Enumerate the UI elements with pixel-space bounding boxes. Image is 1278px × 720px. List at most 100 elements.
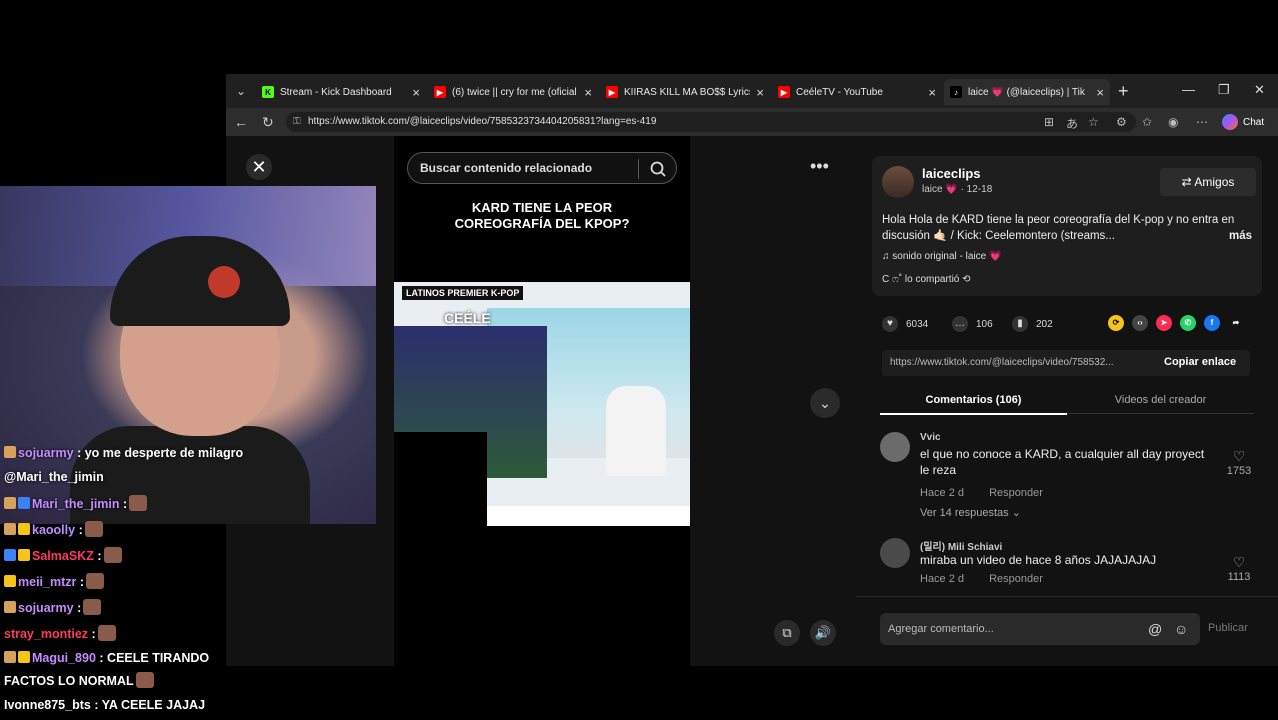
- video-player[interactable]: Buscar contenido relacionado KARD TIENE …: [394, 136, 690, 666]
- close-tab-icon[interactable]: ×: [584, 85, 592, 100]
- mention-icon[interactable]: @: [1148, 613, 1162, 645]
- comment-like-count: 1753: [1226, 465, 1252, 477]
- close-video-button[interactable]: ✕: [246, 154, 272, 180]
- tab-title: KIIRAS KILL MA BO$$ Lyrics (Co: [624, 86, 750, 98]
- chat-username: Ivonne875_bts: [4, 698, 91, 712]
- chat-username: Mari_the_jimin: [32, 497, 120, 511]
- tab-title: Stream - Kick Dashboard: [280, 86, 392, 98]
- whatsapp-icon[interactable]: ✆: [1180, 315, 1196, 331]
- tab-ceeletv-youtube[interactable]: ▶ CeéleTV - YouTube ×: [772, 79, 942, 105]
- chat-text: : CEELE TIRANDO: [99, 651, 210, 665]
- search-icon[interactable]: [648, 159, 668, 179]
- close-window-icon[interactable]: ✕: [1254, 82, 1265, 98]
- reply-button[interactable]: Responder: [989, 487, 1043, 499]
- translate-icon[interactable]: あ: [1066, 115, 1078, 132]
- emoji-icon[interactable]: ☺: [1174, 613, 1188, 645]
- embed-icon[interactable]: ‹›: [1132, 315, 1148, 331]
- favorite-star-icon[interactable]: ☆: [1088, 115, 1099, 129]
- share-arrow-icon[interactable]: ➦: [1228, 315, 1244, 331]
- friends-button[interactable]: ⇄ Amigos: [1160, 168, 1256, 196]
- view-replies-button[interactable]: Ver 14 respuestas ⌄: [920, 506, 1021, 519]
- sound-link[interactable]: ♫ sonido original - laice 💗: [882, 251, 1001, 262]
- tab-twice-video[interactable]: ▶ (6) twice || cry for me (oficial au ×: [428, 79, 598, 105]
- sub-badge-icon: [4, 651, 16, 663]
- send-icon[interactable]: ➤: [1156, 315, 1172, 331]
- chat-message: meii_mtzr :: [4, 573, 105, 589]
- chat-text: :: [97, 549, 102, 563]
- close-tab-icon[interactable]: ×: [412, 85, 420, 100]
- close-tab-icon[interactable]: ×: [928, 85, 936, 100]
- more-options-icon[interactable]: •••: [810, 156, 829, 177]
- close-tab-icon[interactable]: ×: [756, 85, 764, 100]
- shared-label: C ෆ˚ lo compartió: [882, 274, 960, 285]
- tab-kiiras-lyrics[interactable]: ▶ KIIRAS KILL MA BO$$ Lyrics (Co ×: [600, 79, 770, 105]
- chat-username: sojuarmy: [18, 446, 74, 460]
- extensions-icon[interactable]: ⚙: [1116, 115, 1127, 129]
- page-viewport: ✕ Buscar contenido relacionado KARD TIEN…: [226, 136, 1278, 666]
- chat-message: sojuarmy :: [4, 599, 102, 615]
- chat-text: :: [123, 497, 128, 511]
- chat-message: Magui_890 : CEELE TIRANDO: [4, 651, 209, 665]
- minimize-icon[interactable]: —: [1182, 82, 1195, 97]
- next-video-chevron-icon[interactable]: ⌄: [810, 388, 840, 418]
- picture-in-picture-icon[interactable]: ⧉: [774, 620, 800, 646]
- url-text: https://www.tiktok.com/@laiceclips/video…: [308, 116, 657, 127]
- tab-comments[interactable]: Comentarios (106): [880, 394, 1067, 406]
- chat-text: : yo me desperte de milagro: [77, 446, 244, 460]
- site-info-icon[interactable]: ⚿: [293, 112, 301, 132]
- comment-like-button[interactable]: ♡ 1753: [1224, 448, 1254, 477]
- emote-icon: [103, 547, 122, 563]
- url-field[interactable]: ⚿ https://www.tiktok.com/@laiceclips/vid…: [286, 112, 1136, 132]
- more-menu-icon[interactable]: ⋯: [1196, 115, 1208, 129]
- creator-username[interactable]: laiceclips: [922, 166, 981, 181]
- youtube-icon: ▶: [434, 86, 446, 98]
- profile-icon[interactable]: ◉: [1168, 115, 1178, 129]
- facebook-icon[interactable]: f: [1204, 315, 1220, 331]
- tab-tiktok-laice[interactable]: ♪ laice 💗 (@laiceclips) | Tik ×: [944, 79, 1110, 105]
- app-available-icon[interactable]: ⊞: [1044, 115, 1054, 129]
- emote-icon: [84, 521, 103, 537]
- chat-message: Ivonne875_bts : YA CEELE JAJAJ: [4, 698, 205, 712]
- booster-badge-icon: [18, 497, 30, 509]
- commenter-avatar[interactable]: [880, 538, 910, 568]
- share-link-text[interactable]: https://www.tiktok.com/@laiceclips/video…: [890, 357, 1152, 368]
- dancer-figure: [606, 386, 666, 476]
- refresh-icon[interactable]: ↻: [262, 114, 274, 131]
- sub-badge-icon: [4, 523, 16, 535]
- creator-avatar[interactable]: [882, 166, 914, 198]
- comment-composer: Agregar comentario... @ ☺ Publicar: [856, 596, 1278, 666]
- copy-link-button[interactable]: Copiar enlace: [1164, 356, 1236, 368]
- comment-button[interactable]: … 106: [952, 316, 993, 332]
- related-search-input[interactable]: Buscar contenido relacionado: [407, 152, 677, 184]
- new-tab-icon[interactable]: +: [1118, 81, 1129, 102]
- commenter-avatar[interactable]: [880, 432, 910, 462]
- like-button[interactable]: ♥ 6034: [882, 316, 928, 332]
- restore-icon[interactable]: ❐: [1218, 82, 1230, 98]
- shared-by: C ෆ˚ lo compartió ⟲: [882, 274, 971, 285]
- latinos-kpop-logo: LATINOS PREMIER K-POP: [402, 286, 524, 300]
- more-link[interactable]: más: [1229, 228, 1252, 244]
- chat-text: : YA CEELE JAJAJ: [94, 698, 206, 712]
- comment-like-button[interactable]: ♡ 1113: [1224, 554, 1254, 583]
- reply-button[interactable]: Responder: [989, 573, 1043, 585]
- back-icon[interactable]: ←: [234, 114, 248, 130]
- commenter-name[interactable]: Vvic: [920, 432, 941, 443]
- publish-button[interactable]: Publicar: [1208, 622, 1248, 634]
- tab-creator-videos[interactable]: Videos del creador: [1067, 394, 1254, 406]
- commenter-name[interactable]: (밀리) Mili Schiavi: [920, 538, 1002, 553]
- chat-text: :: [78, 523, 83, 537]
- comment-input[interactable]: Agregar comentario... @ ☺: [880, 613, 1200, 645]
- copilot-chat-button[interactable]: Chat: [1222, 112, 1264, 132]
- repost-icon[interactable]: ⟳: [1108, 315, 1124, 331]
- close-tab-icon[interactable]: ×: [1096, 85, 1104, 100]
- save-button[interactable]: ▮ 202: [1012, 316, 1053, 332]
- volume-icon[interactable]: 🔊: [810, 620, 836, 646]
- favorites-icon[interactable]: ✩: [1142, 115, 1152, 129]
- tab-list-icon[interactable]: ⌄: [232, 82, 250, 100]
- embedded-chat: [394, 432, 487, 526]
- chat-username: Magui_890: [32, 651, 96, 665]
- embedded-player-controls: [487, 506, 690, 526]
- tab-kick-dashboard[interactable]: K Stream - Kick Dashboard ×: [256, 79, 426, 105]
- comment-item: Vvic el que no conoce a KARD, a cualquie…: [880, 432, 1254, 522]
- chat-label: Chat: [1243, 116, 1265, 128]
